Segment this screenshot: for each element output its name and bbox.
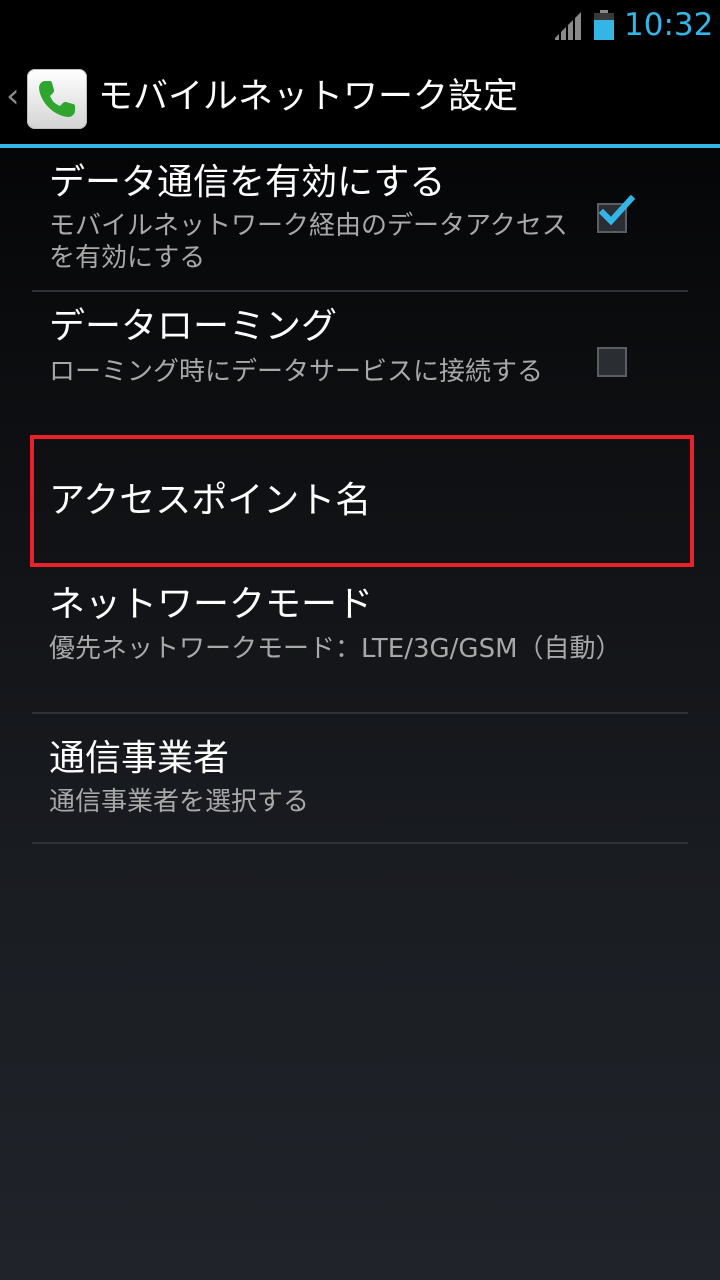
pref-title: データ通信を有効にする xyxy=(49,162,446,203)
pref-summary: モバイルネットワーク経由のデータアクセスを有効にする xyxy=(49,211,568,273)
chevron-left-icon: ‹ xyxy=(6,76,20,116)
page-title: モバイルネットワーク設定 xyxy=(98,77,519,117)
phone-icon xyxy=(27,69,87,129)
pref-summary: 優先ネットワークモード：LTE/3G/GSM（自動） xyxy=(49,634,622,664)
pref-network-mode[interactable]: ネットワークモード 優先ネットワークモード：LTE/3G/GSM（自動） xyxy=(32,570,688,712)
pref-summary: 通信事業者を選択する xyxy=(49,787,310,817)
pref-title: ネットワークモード xyxy=(49,584,374,625)
clock: 10:32 xyxy=(624,7,714,43)
divider xyxy=(32,842,688,844)
pref-title: データローミング xyxy=(49,306,338,347)
pref-summary: ローミング時にデータサービスに接続する xyxy=(49,357,544,387)
pref-data-enabled[interactable]: データ通信を有効にする モバイルネットワーク経由のデータアクセスを有効にする xyxy=(32,150,688,290)
highlight-box xyxy=(30,435,694,567)
status-bar: 10:32 xyxy=(0,0,720,50)
battery-icon xyxy=(594,10,614,40)
up-button[interactable]: ‹ xyxy=(0,58,96,138)
pref-network-operators[interactable]: 通信事業者 通信事業者を選択する xyxy=(32,714,688,842)
data-roaming-checkbox[interactable] xyxy=(597,347,627,377)
check-mark-icon xyxy=(598,194,636,226)
data-enabled-checkbox[interactable] xyxy=(597,194,636,233)
pref-data-roaming[interactable]: データローミング ローミング時にデータサービスに接続する xyxy=(32,292,688,434)
pref-title: 通信事業者 xyxy=(49,738,230,779)
action-bar-divider xyxy=(0,144,720,148)
signal-icon xyxy=(555,12,581,40)
